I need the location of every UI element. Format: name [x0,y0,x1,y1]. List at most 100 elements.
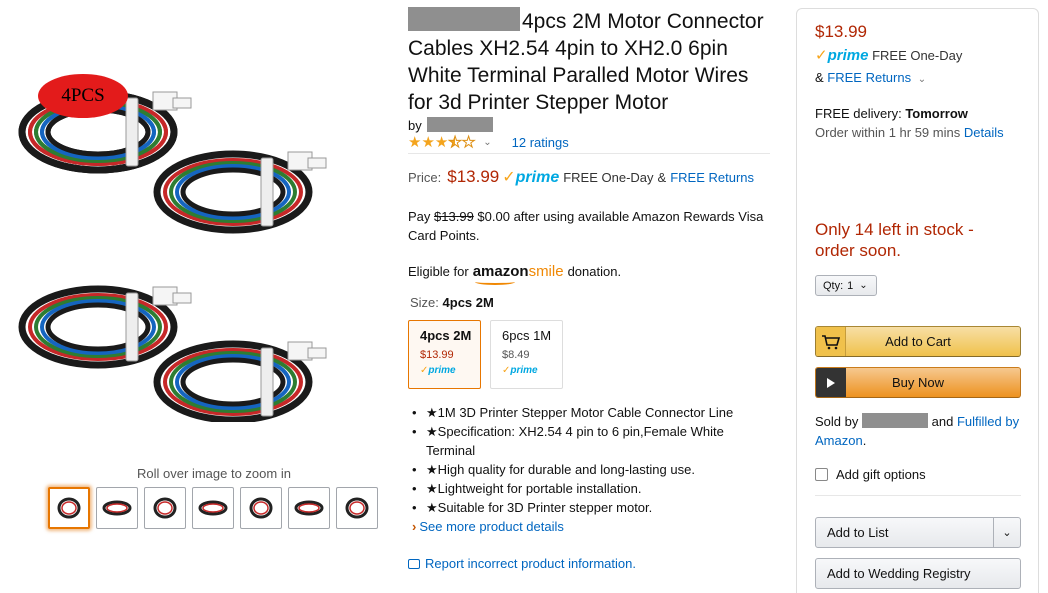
prime-logo: ✓prime [502,169,560,186]
image-block: 4PCS Roll over image to zoom in [0,0,400,593]
free-returns-link[interactable]: FREE Returns [827,70,911,85]
delivery-info: FREE delivery: Tomorrow [815,106,968,121]
price-label: Price: [408,170,442,185]
thumbnail-4[interactable] [192,487,234,529]
thumbnail-image [249,497,273,519]
add-to-cart-label: Add to Cart [885,334,951,349]
star-empty-icon: ★ [461,134,476,151]
redacted-seller[interactable] [427,117,494,132]
and-text: & [815,70,824,85]
thumbnail-image [153,497,177,519]
thumbnail-image [345,497,369,519]
chevron-down-icon[interactable]: ⌄ [918,74,926,85]
buy-now-button[interactable]: Buy Now [815,367,1021,398]
variant-price: $13.99 [420,349,454,361]
chevron-right-icon: › [412,519,417,534]
see-more-link[interactable]: See more product details [419,519,564,534]
prime-logo: ✓prime [502,365,538,376]
redacted-seller[interactable] [862,413,928,428]
prime-check-icon: ✓ [502,169,516,186]
chevron-down-icon[interactable]: ⌄ [483,137,491,148]
divider [815,495,1021,496]
add-to-list-button[interactable]: Add to List ⌄ [815,517,1021,548]
thumbnail-2[interactable] [96,487,138,529]
quantity-badge: 4PCS [38,74,128,118]
thumbnail-5[interactable] [240,487,282,529]
thumbnail-3[interactable] [144,487,186,529]
thumbnail-image [57,497,81,519]
zoom-hint: Roll over image to zoom in [137,466,291,481]
product-title: 4pcs 2M Motor Connector Cables XH2.54 4p… [408,7,773,116]
buy-box: $13.99 ✓prime FREE One-Day & FREE Return… [796,8,1039,593]
smile-row: Eligible for amazonsmile donation. [408,263,622,285]
thumbnail-image [294,500,324,516]
report-link[interactable]: Report incorrect product information. [425,556,636,571]
star-rating[interactable]: ★ ★ ★ ★ ★ [408,134,476,151]
prime-check-icon: ✓ [815,47,828,64]
qty-label: Qty: [823,279,844,292]
variant-name: 6pcs 1M [502,328,552,343]
report-row[interactable]: Report incorrect product information. [408,556,636,571]
divider [408,153,770,154]
buybox-returns-row: & FREE Returns ⌄ [815,70,926,85]
variant-4pcs-2m[interactable]: 4pcs 2M $13.99 ✓prime [408,320,481,389]
comment-icon [408,558,420,569]
thumbnail-6[interactable] [288,487,330,529]
smile-prefix: Eligible for [408,264,469,279]
star-full-icon: ★ [408,134,422,151]
strikethrough-price: $13.99 [434,209,474,224]
by-label: by [408,118,422,133]
quantity-select[interactable]: Qty: 1 ⌄ [815,275,877,296]
play-icon [816,368,846,397]
smile-suffix: donation. [567,264,622,279]
byline: by [408,117,494,133]
size-label: Size: [410,295,439,310]
size-value: 4pcs 2M [442,295,494,310]
gift-label: Add gift options [836,467,926,482]
details-link[interactable]: Details [964,125,1004,140]
buybox-price: $13.99 [815,22,867,41]
pay-prefix: Pay [408,209,431,224]
thumbnail-image [102,500,132,516]
one-day-text: FREE One-Day [563,170,654,185]
star-half-icon: ★ [448,134,462,151]
chevron-down-icon[interactable]: ⌄ [993,518,1020,547]
thumbnail-strip [48,487,378,529]
order-within-text: Order within 1 hr 59 mins [815,125,961,140]
gift-checkbox[interactable] [815,468,828,481]
period-text: . [862,433,867,448]
feature-bullet: ★Suitable for 3D Printer stepper motor. [408,498,770,517]
feature-bullet: ★Specification: XH2.54 4 pin to 6 pin,Fe… [408,422,770,460]
variant-6pcs-1m[interactable]: 6pcs 1M $8.49 ✓prime [490,320,563,389]
thumbnail-7[interactable] [336,487,378,529]
add-to-cart-button[interactable]: Add to Cart [815,326,1021,357]
price-row: Price: $13.99 ✓prime FREE One-Day & FREE… [408,167,754,187]
see-more-details[interactable]: › See more product details [412,519,564,534]
feature-bullets: ★1M 3D Printer Stepper Motor Cable Conne… [408,403,770,517]
and-text: & [657,170,667,185]
star-full-icon: ★ [434,134,449,151]
variant-name: 4pcs 2M [420,328,472,343]
wedding-registry-label: Add to Wedding Registry [827,566,971,581]
thumbnail-image [198,500,228,516]
add-to-list-label: Add to List [827,525,889,540]
wedding-registry-button[interactable]: Add to Wedding Registry [815,558,1021,589]
buybox-prime-row: ✓prime FREE One-Day [815,46,962,64]
feature-bullet: ★Lightweight for portable installation. [408,479,770,498]
gift-options[interactable]: Add gift options [815,467,926,482]
ratings-link[interactable]: 12 ratings [512,135,569,150]
and-text: and [931,414,954,429]
chevron-down-icon: ⌄ [859,280,868,291]
free-returns-link[interactable]: FREE Returns [670,170,754,185]
stock-status: Only 14 left in stock - order soon. [815,220,974,260]
delivery-day: Tomorrow [905,106,968,121]
buy-now-label: Buy Now [891,375,945,390]
star-full-icon: ★ [421,134,435,151]
variant-price: $8.49 [502,349,530,361]
smile-arc-icon [474,279,515,285]
order-within: Order within 1 hr 59 mins Details [815,125,1004,140]
thumbnail-1[interactable] [48,487,90,529]
amazon-smile-logo[interactable]: amazonsmile [473,263,564,285]
feature-bullet: ★1M 3D Printer Stepper Motor Cable Conne… [408,403,770,422]
sold-by-label: Sold by [815,414,859,429]
